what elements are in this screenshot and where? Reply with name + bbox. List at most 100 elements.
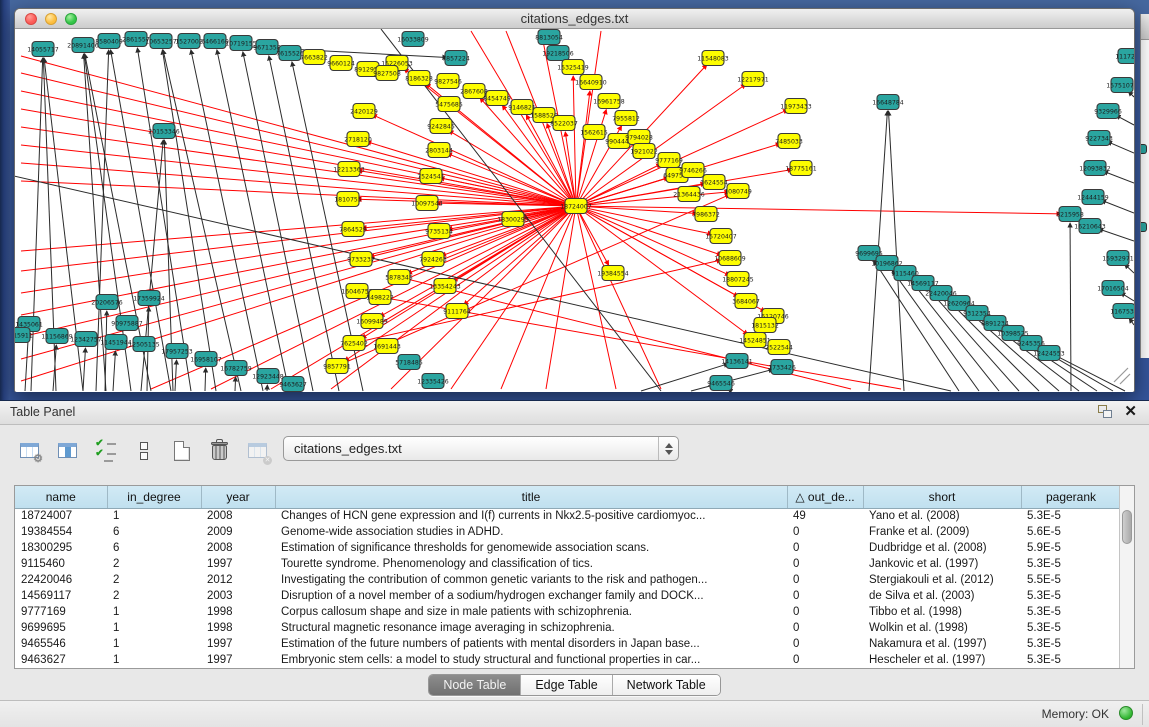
graph-node[interactable]: 9857791 [323, 359, 351, 374]
graph-node[interactable]: 19218506 [542, 46, 574, 61]
graph-node[interactable]: 9227343 [1085, 131, 1113, 146]
table-cell[interactable]: 5.3E-5 [1021, 620, 1121, 636]
graph-node[interactable]: 9735134 [425, 224, 453, 239]
graph-node[interactable]: 2522544 [765, 340, 793, 355]
graph-node[interactable]: 2718120 [344, 132, 372, 147]
graph-node[interactable]: 12505135 [128, 337, 160, 352]
graph-node[interactable]: 12424553 [1033, 346, 1065, 361]
table-cell[interactable]: 0 [787, 604, 863, 620]
table-row[interactable]: 946362711997Embryonic stem cells: a mode… [15, 652, 1121, 668]
graph-node[interactable]: 7857224 [442, 51, 470, 66]
table-row[interactable]: 977716911998Corpus callosum shape and si… [15, 604, 1121, 620]
table-cell[interactable]: 18724007 [15, 508, 107, 524]
graph-node[interactable]: 9733237 [347, 252, 375, 267]
graph-node[interactable]: 12217971 [737, 72, 769, 87]
close-panel-icon[interactable]: ✕ [1124, 405, 1137, 418]
graph-node[interactable]: 8454749 [483, 91, 511, 106]
column-header-short[interactable]: short [863, 486, 1021, 508]
select-rows-icon[interactable]: ✔ ✔ [92, 437, 119, 464]
graph-node[interactable]: 11973433 [780, 99, 812, 114]
graph-node[interactable]: 1527002 [175, 34, 203, 49]
graph-node[interactable]: 1733426 [768, 360, 796, 375]
graph-node[interactable]: 7986372 [692, 207, 720, 222]
graph-node[interactable]: 12213363 [333, 162, 365, 177]
graph-node[interactable]: 5718485 [395, 355, 423, 370]
graph-node[interactable]: 11548083 [697, 51, 729, 66]
column-header-in-degree[interactable]: in_degree [107, 486, 201, 508]
graph-edge[interactable] [888, 111, 904, 391]
graph-node[interactable]: 1080749 [724, 184, 752, 199]
table-cell[interactable]: Dudbridge et al. (2008) [863, 540, 1021, 556]
graph-node[interactable]: 10719155 [225, 36, 257, 51]
table-cell[interactable]: 0 [787, 636, 863, 652]
table-cell[interactable]: 1 [107, 604, 201, 620]
table-cell[interactable]: 1997 [201, 652, 275, 668]
table-row[interactable]: 2242004622012Investigating the contribut… [15, 572, 1121, 588]
graph-node[interactable]: 18300295 [497, 212, 529, 227]
graph-node[interactable]: 1498222 [366, 290, 394, 305]
graph-node[interactable]: 12342757 [70, 332, 102, 347]
graph-node[interactable]: 11451944 [100, 335, 132, 350]
graph-node[interactable]: 7864529 [339, 222, 367, 237]
graph-node[interactable]: 9746266 [679, 163, 707, 178]
graph-node[interactable]: 7485033 [775, 134, 803, 149]
table-cell[interactable]: Investigating the contribution of common… [275, 572, 787, 588]
graph-node[interactable]: 10097544 [411, 196, 443, 211]
graph-edge[interactable] [21, 56, 576, 206]
graph-edge[interactable] [1103, 171, 1134, 183]
table-cell[interactable]: 49 [787, 508, 863, 524]
graph-node[interactable]: 1691443 [373, 339, 401, 354]
graph-edge[interactable] [105, 311, 107, 391]
graph-edge[interactable] [576, 206, 1061, 214]
graph-node[interactable]: 15932971 [1102, 251, 1134, 266]
column-header-name[interactable]: name [15, 486, 107, 508]
background-window-sliver[interactable] [1140, 14, 1149, 358]
table-settings-icon[interactable]: ⚙ [16, 437, 43, 464]
graph-node[interactable]: 10653257 [145, 34, 177, 49]
graph-node[interactable]: 16961758 [593, 94, 625, 109]
table-cell[interactable]: Nakamura et al. (1997) [863, 636, 1021, 652]
graph-node[interactable]: 14136141 [721, 354, 753, 369]
table-cell[interactable]: 5.3E-5 [1021, 556, 1121, 572]
graph-node[interactable]: 1167533 [1110, 304, 1134, 319]
table-cell[interactable]: 5.3E-5 [1021, 508, 1121, 524]
column-header-year[interactable]: year [201, 486, 275, 508]
graph-node[interactable]: 8580409 [95, 34, 123, 49]
graph-node[interactable]: 2420129 [350, 104, 378, 119]
graph-node[interactable]: 18724007 [560, 199, 592, 214]
graph-node[interactable]: 7955812 [612, 111, 640, 126]
graph-node[interactable]: 9794028 [625, 130, 653, 145]
table-cell[interactable]: Wolkin et al. (1998) [863, 620, 1021, 636]
table-cell[interactable]: 1 [107, 620, 201, 636]
graph-node[interactable]: 17957253 [161, 344, 193, 359]
table-cell[interactable]: 5.3E-5 [1021, 588, 1121, 604]
table-cell[interactable]: 1998 [201, 604, 275, 620]
graph-edge[interactable] [31, 58, 43, 391]
table-cell[interactable]: 9465546 [15, 636, 107, 652]
graph-node[interactable]: 17016504 [1097, 281, 1129, 296]
graph-node[interactable]: 7924263 [419, 252, 447, 267]
graph-node[interactable]: 1810755 [334, 192, 362, 207]
table-cell[interactable]: Tourette syndrome. Phenomenology and cla… [275, 556, 787, 572]
graph-node[interactable]: 9777169 [655, 153, 683, 168]
table-row[interactable]: 1830029562008Estimation of significance … [15, 540, 1121, 556]
table-cell[interactable]: 6 [107, 540, 201, 556]
table-cell[interactable]: 9463627 [15, 652, 107, 668]
table-cell[interactable]: 9699695 [15, 620, 107, 636]
graph-node[interactable]: 9463627 [279, 377, 307, 392]
table-row[interactable]: 911546021997Tourette syndrome. Phenomeno… [15, 556, 1121, 572]
graph-node[interactable]: 9827546 [434, 74, 462, 89]
graph-node[interactable]: 15325419 [557, 60, 589, 75]
graph-node[interactable]: 9111764 [443, 304, 471, 319]
graph-node[interactable]: 16210643 [1074, 219, 1106, 234]
table-cell[interactable]: 0 [787, 524, 863, 540]
graph-edge[interactable] [380, 206, 576, 317]
graph-node[interactable]: 16640910 [575, 75, 607, 90]
graph-node[interactable]: 9660124 [327, 56, 355, 71]
table-cell[interactable]: Stergiakouli et al. (2012) [863, 572, 1021, 588]
graph-node[interactable]: 1562615 [580, 125, 608, 140]
graph-node[interactable]: 9329966 [1094, 104, 1122, 119]
table-cell[interactable]: 14569117 [15, 588, 107, 604]
graph-edge[interactable] [576, 91, 590, 206]
tab-edge-table[interactable]: Edge Table [521, 675, 612, 695]
